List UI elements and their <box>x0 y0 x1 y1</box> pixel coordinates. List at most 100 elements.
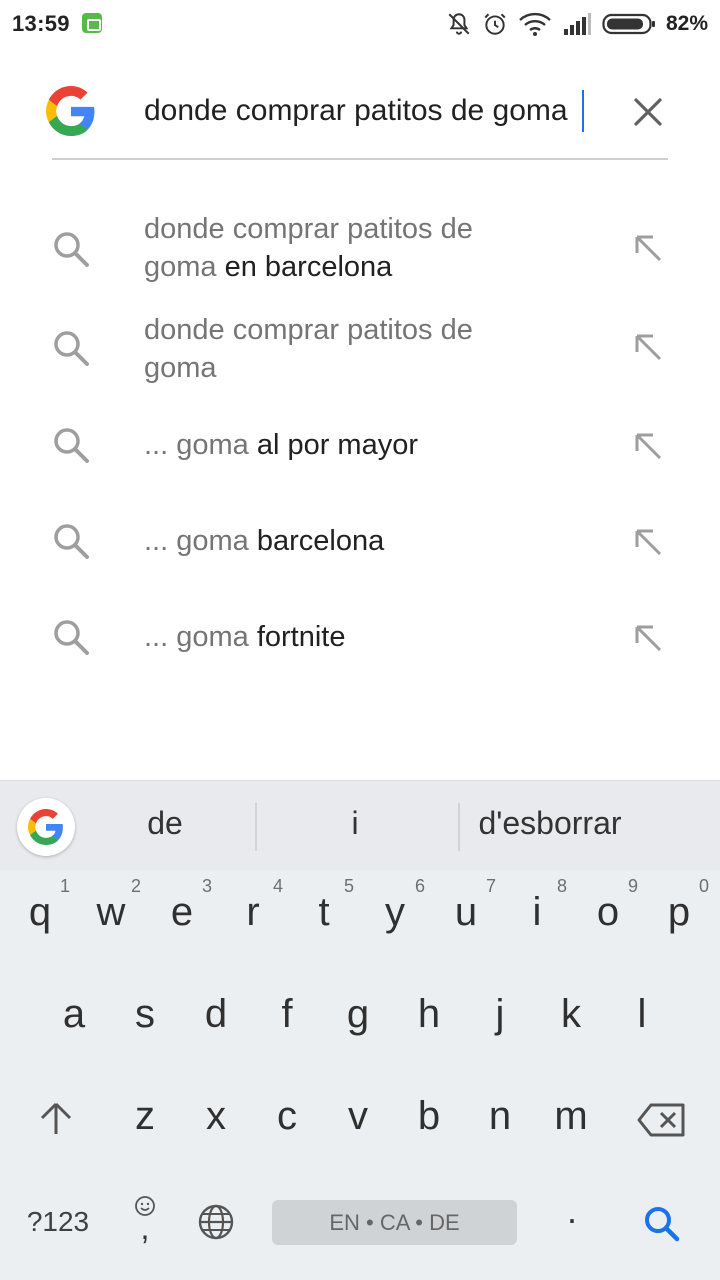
fill-query-arrow-icon[interactable] <box>628 522 668 562</box>
key-label: z <box>135 1094 155 1138</box>
keyboard-google-button[interactable] <box>17 798 75 856</box>
key-number-hint: 1 <box>59 876 70 896</box>
suggestion-item[interactable]: donde comprar patitos de goma en barcelo… <box>0 210 720 302</box>
key-g[interactable]: g <box>322 972 394 1072</box>
shift-icon <box>40 1102 72 1134</box>
key-y[interactable]: y6 <box>359 870 431 970</box>
key-n[interactable]: n <box>464 1074 536 1174</box>
search-bar: donde comprar patitos de goma <box>46 70 670 160</box>
key-e[interactable]: e3 <box>146 870 218 970</box>
key-b[interactable]: b <box>393 1074 465 1174</box>
key-w[interactable]: w2 <box>75 870 147 970</box>
key-label: v <box>348 1094 368 1138</box>
text-cursor <box>582 90 584 132</box>
search-icon <box>54 428 89 463</box>
backspace-key[interactable] <box>624 1070 700 1170</box>
key-c[interactable]: c <box>251 1074 323 1174</box>
keyboard-suggestion-word[interactable]: de <box>110 805 220 842</box>
key-d[interactable]: d <box>180 972 252 1072</box>
key-number-hint: 3 <box>201 876 212 896</box>
suggestion-prefix: goma <box>144 251 225 283</box>
key-o[interactable]: o9 <box>572 870 644 970</box>
fill-query-arrow-icon[interactable] <box>628 228 668 268</box>
status-icons: 82% <box>446 9 708 39</box>
suggestion-line: goma en barcelona <box>144 248 584 286</box>
suggestion-line: donde comprar patitos de <box>144 213 473 245</box>
bell-off-icon <box>448 13 470 35</box>
period-key[interactable]: . <box>536 1180 608 1280</box>
suggestion-prefix: ... goma <box>144 621 257 653</box>
battery-percent: 82% <box>665 12 708 35</box>
backspace-icon <box>637 1103 685 1137</box>
suggestion-item[interactable]: ... goma al por mayor <box>0 422 720 482</box>
divider <box>458 803 460 851</box>
symbols-label: ?123 <box>26 1206 90 1237</box>
suggestion-text: donde comprar patitos de goma en barcelo… <box>144 210 584 286</box>
keyboard-suggestion-strip: de i d'esborrar <box>0 780 720 870</box>
key-j[interactable]: j <box>464 972 536 1072</box>
key-label: l <box>637 992 647 1036</box>
suggestion-completion: al por mayor <box>256 429 418 461</box>
key-label: m <box>554 1094 588 1138</box>
key-r[interactable]: r4 <box>217 870 289 970</box>
key-x[interactable]: x <box>180 1074 252 1174</box>
key-label: h <box>417 992 441 1036</box>
key-m[interactable]: m <box>535 1074 607 1174</box>
key-i[interactable]: i8 <box>501 870 573 970</box>
search-icon <box>54 524 89 559</box>
fill-query-arrow-icon[interactable] <box>628 618 668 658</box>
status-bar: 13:59 82% <box>0 0 720 50</box>
suggestion-text: ... goma fortnite <box>144 618 584 656</box>
key-h[interactable]: h <box>393 972 465 1072</box>
suggestion-completion: en barcelona <box>224 251 393 283</box>
key-number-hint: 4 <box>272 876 283 896</box>
fill-query-arrow-icon[interactable] <box>628 426 668 466</box>
key-s[interactable]: s <box>109 972 181 1072</box>
search-icon <box>54 331 89 366</box>
key-k[interactable]: k <box>535 972 607 1072</box>
suggestion-prefix: ... goma <box>144 429 257 461</box>
globe-icon <box>198 1204 234 1240</box>
language-key[interactable] <box>180 1180 252 1280</box>
suggestion-completion: fortnite <box>256 621 346 653</box>
alarm-icon <box>484 13 506 35</box>
fill-query-arrow-icon[interactable] <box>628 327 668 367</box>
key-number-hint: 8 <box>556 876 567 896</box>
clear-search-button[interactable] <box>626 90 670 134</box>
symbols-key[interactable]: ?123 <box>16 1180 100 1280</box>
key-z[interactable]: z <box>109 1074 181 1174</box>
emoji-comma-key[interactable]: , <box>110 1180 180 1280</box>
search-input[interactable]: donde comprar patitos de goma <box>144 94 582 134</box>
key-p[interactable]: p0 <box>643 870 715 970</box>
key-t[interactable]: t5 <box>288 870 360 970</box>
suggestion-item[interactable]: donde comprar patitos de goma <box>0 311 720 403</box>
key-number-hint: 6 <box>414 876 425 896</box>
keyboard-suggestion-word[interactable]: d'esborrar <box>468 805 632 842</box>
key-q[interactable]: q1 <box>4 870 76 970</box>
suggestion-item[interactable]: ... goma barcelona <box>0 518 720 578</box>
suggestion-item[interactable]: ... goma fortnite <box>0 614 720 674</box>
key-u[interactable]: u7 <box>430 870 502 970</box>
search-query-text: donde comprar patitos de goma <box>144 94 568 127</box>
key-number-hint: 0 <box>698 876 709 896</box>
suggestion-text: donde comprar patitos de goma <box>144 311 584 387</box>
suggestion-line: goma <box>144 349 584 387</box>
period-label: . <box>566 1190 577 1231</box>
search-icon <box>645 1207 680 1242</box>
comma-label: , <box>140 1210 150 1246</box>
key-f[interactable]: f <box>251 972 323 1072</box>
shift-key[interactable] <box>20 1070 92 1170</box>
wifi-icon <box>519 12 551 36</box>
key-label: g <box>346 992 370 1036</box>
key-label: d <box>204 992 228 1036</box>
search-action-key[interactable] <box>620 1180 704 1280</box>
app-notification-icon <box>82 13 102 33</box>
suggestion-completion: barcelona <box>256 525 385 557</box>
google-g-icon[interactable] <box>46 86 96 136</box>
keyboard-suggestion-word[interactable]: i <box>300 805 410 842</box>
space-key[interactable]: EN • CA • DE <box>272 1200 517 1245</box>
key-a[interactable]: a <box>38 972 110 1072</box>
key-l[interactable]: l <box>606 972 678 1072</box>
search-icon <box>54 232 89 267</box>
key-v[interactable]: v <box>322 1074 394 1174</box>
